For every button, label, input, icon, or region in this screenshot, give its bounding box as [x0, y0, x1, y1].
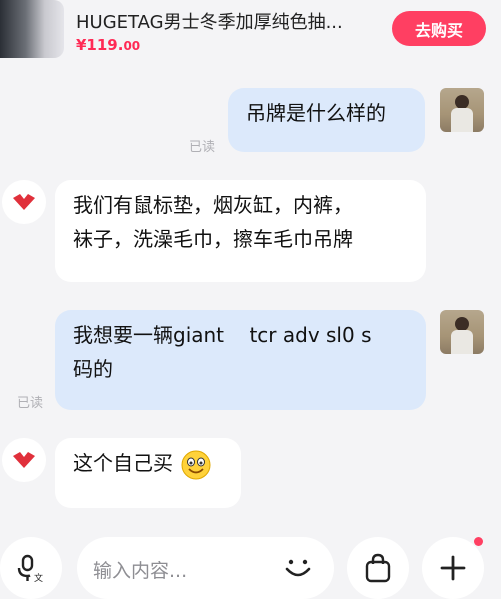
input-placeholder: 输入内容... [93, 560, 188, 582]
message-line: 我想要一辆giant tcr adv sl0 s [73, 323, 372, 347]
read-receipt: 已读 [17, 396, 44, 411]
grinning-face-emoji-icon [181, 450, 211, 479]
product-price: ¥119.00 [76, 36, 140, 54]
user-avatar[interactable] [440, 310, 484, 354]
buy-button[interactable]: 去购买 [392, 11, 486, 46]
more-actions-button[interactable] [422, 537, 484, 599]
product-title: HUGETAG男士冬季加厚纯色抽... [76, 12, 343, 33]
message-bubble-shop[interactable]: 这个自己买 [55, 438, 241, 508]
voice-to-text-button[interactable]: 文 [0, 537, 62, 599]
message-line: 我们有鼠标垫，烟灰缸，内裤， [73, 193, 353, 217]
shop-avatar[interactable] [2, 438, 46, 482]
svg-text:文: 文 [34, 572, 43, 583]
product-bag-button[interactable] [347, 537, 409, 599]
message-input[interactable]: 输入内容... [77, 537, 334, 599]
user-avatar[interactable] [440, 88, 484, 132]
plus-icon [440, 555, 466, 581]
emoji-smile-icon[interactable] [284, 555, 312, 581]
shop-avatar[interactable] [2, 180, 46, 224]
message-bubble-user[interactable]: 吊牌是什么样的 [228, 88, 425, 152]
price-main: ¥119. [76, 36, 124, 54]
message-bubble-shop[interactable]: 我们有鼠标垫，烟灰缸，内裤， 袜子，洗澡毛巾，擦车毛巾吊牌 [55, 180, 426, 282]
read-receipt: 已读 [189, 140, 216, 155]
message-line: 码的 [73, 357, 113, 381]
shop-logo-icon [13, 452, 35, 468]
voice-to-text-icon: 文 [17, 554, 43, 583]
notification-dot [474, 537, 483, 546]
product-thumbnail[interactable] [0, 0, 64, 58]
message-text: 吊牌是什么样的 [246, 101, 386, 125]
price-cents: 00 [123, 39, 141, 53]
message-bubble-user[interactable]: 我想要一辆giant tcr adv sl0 s 码的 [55, 310, 426, 410]
shopping-bag-icon [365, 553, 391, 583]
product-card[interactable]: HUGETAG男士冬季加厚纯色抽... ¥119.00 去购买 [0, 0, 501, 62]
message-line: 袜子，洗澡毛巾，擦车毛巾吊牌 [73, 227, 353, 251]
message-text: 这个自己买 [73, 451, 173, 475]
shop-logo-icon [13, 194, 35, 210]
